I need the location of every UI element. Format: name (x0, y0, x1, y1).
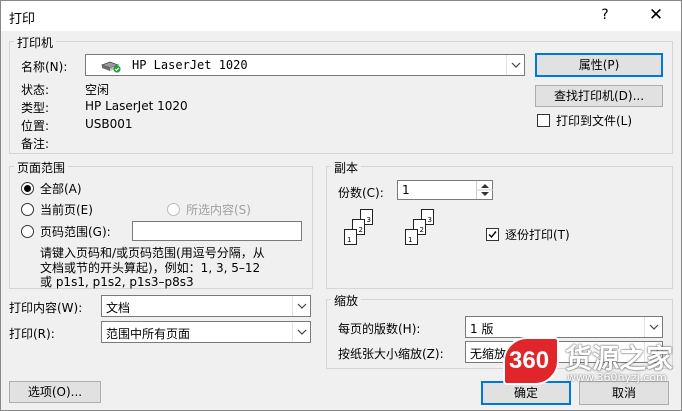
printer-status-value: 空闲 (85, 83, 110, 97)
window-title: 打印 (9, 12, 36, 27)
printer-name-select[interactable]: HP LaserJet 1020 (85, 54, 525, 76)
printer-group-legend: 打印机 (14, 34, 57, 51)
print-content-select[interactable]: 文档 (101, 295, 311, 317)
copies-spinner[interactable] (476, 181, 493, 199)
printer-icon (100, 61, 121, 73)
range-current-radio[interactable] (21, 203, 34, 216)
printer-comment-label: 备注: (21, 137, 50, 151)
print-pages-dropdown-arrow[interactable] (292, 322, 310, 342)
zoom-legend: 缩放 (331, 292, 362, 309)
watermark-site-url: www.360hyzj.com (567, 371, 667, 384)
printer-name-label: 名称(N): (21, 60, 68, 74)
copies-count-input[interactable]: 1 (397, 180, 493, 200)
watermark-logo: 360 (503, 337, 559, 385)
range-pages-radio[interactable] (21, 225, 34, 238)
print-pages-label: 打印(R): (9, 327, 55, 341)
printer-where-label: 位置: (21, 119, 50, 133)
print-pages-select[interactable]: 范围中所有页面 (101, 321, 311, 343)
range-all-label[interactable]: 全部(A) (40, 180, 82, 197)
page-range-legend: 页面范围 (14, 159, 69, 176)
copies-count-label: 份数(C): (338, 186, 384, 200)
printer-where-value: USB001 (85, 117, 133, 131)
printer-type-value: HP LaserJet 1020 (85, 99, 188, 113)
range-current-label[interactable]: 当前页(E) (40, 201, 93, 218)
copies-legend: 副本 (331, 159, 362, 176)
range-all-radio[interactable] (21, 182, 34, 195)
range-selection-radio[interactable] (167, 203, 180, 216)
collate-label[interactable]: 逐份打印(T) (505, 226, 570, 243)
printer-type-label: 类型: (21, 101, 50, 115)
printer-status-label: 状态: (21, 83, 50, 97)
range-hint-line3: 或 p1s1, p1s2, p1s3–p8s3 (40, 275, 194, 289)
find-printer-button[interactable]: 查找打印机(D)... (535, 85, 663, 107)
page-range-input[interactable] (132, 221, 302, 241)
collate-checkbox[interactable] (486, 228, 499, 241)
properties-button[interactable]: 属性(P) (535, 53, 663, 77)
options-button[interactable]: 选项(O)... (9, 381, 101, 403)
pages-per-sheet-label: 每页的版数(H): (338, 322, 421, 336)
range-selection-label[interactable]: 所选内容(S) (186, 201, 251, 218)
watermark-logo-number: 360 (509, 347, 550, 374)
print-to-file-label[interactable]: 打印到文件(L) (556, 112, 632, 129)
title-bar: 打印 ? ✕ (1, 1, 681, 31)
print-content-dropdown-arrow[interactable] (292, 296, 310, 316)
scale-to-paper-label: 按纸张大小缩放(Z): (338, 347, 444, 361)
site-watermark: 360 货源之家 www.360hyzj.com (503, 333, 681, 389)
print-content-label: 打印内容(W): (9, 301, 83, 315)
close-button[interactable]: ✕ (643, 4, 669, 26)
page-icon: 1 (405, 229, 418, 245)
print-to-file-checkbox[interactable] (537, 114, 550, 127)
range-pages-label[interactable]: 页码范围(G): (40, 223, 111, 240)
printer-dropdown-arrow[interactable] (506, 55, 524, 75)
help-button[interactable]: ? (595, 5, 615, 25)
page-icon: 1 (344, 229, 357, 245)
printer-name-value: HP LaserJet 1020 (132, 58, 248, 72)
print-dialog: 打印 ? ✕ 打印机 名称(N): HP LaserJet 1020 属性(P)… (0, 0, 682, 411)
